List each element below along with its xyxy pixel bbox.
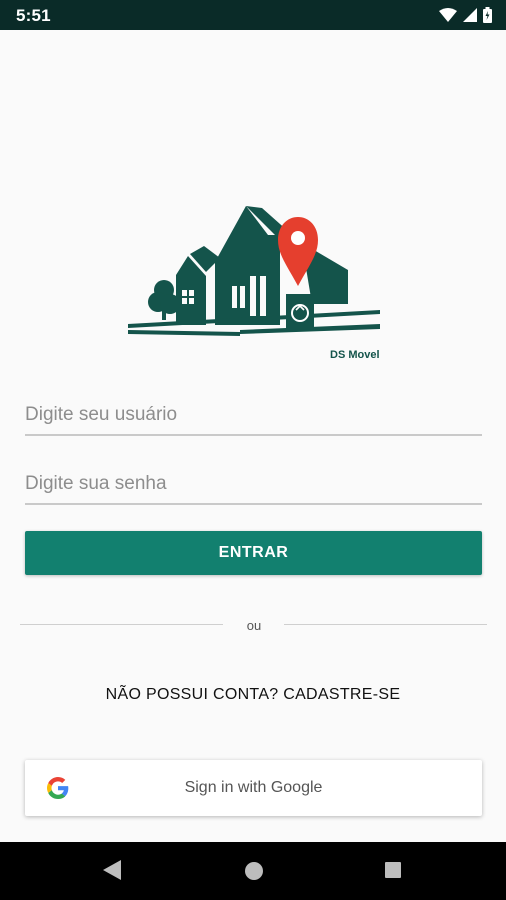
home-icon[interactable] — [243, 860, 265, 882]
google-signin-label: Sign in with Google — [184, 779, 323, 796]
wifi-icon — [439, 8, 457, 22]
status-bar: 5:51 — [0, 0, 506, 30]
username-field[interactable] — [25, 396, 482, 436]
status-time: 5:51 — [16, 6, 51, 25]
divider-text: ou — [246, 618, 262, 633]
enter-button[interactable]: ENTRAR — [25, 531, 482, 575]
divider-right — [284, 624, 487, 625]
signup-link[interactable]: NÃO POSSUI CONTA? CADASTRE-SE — [0, 686, 506, 704]
back-icon[interactable] — [101, 858, 123, 882]
app-logo — [128, 206, 380, 336]
google-signin-button[interactable]: Sign in with Google — [25, 760, 482, 816]
recents-icon[interactable] — [384, 861, 402, 879]
logo-caption: DS Movel — [330, 349, 380, 361]
status-icons — [439, 7, 492, 23]
divider-left — [20, 624, 223, 625]
password-field[interactable] — [25, 465, 482, 505]
battery-icon — [483, 7, 492, 23]
navigation-bar — [0, 842, 506, 900]
signal-icon — [463, 8, 477, 22]
